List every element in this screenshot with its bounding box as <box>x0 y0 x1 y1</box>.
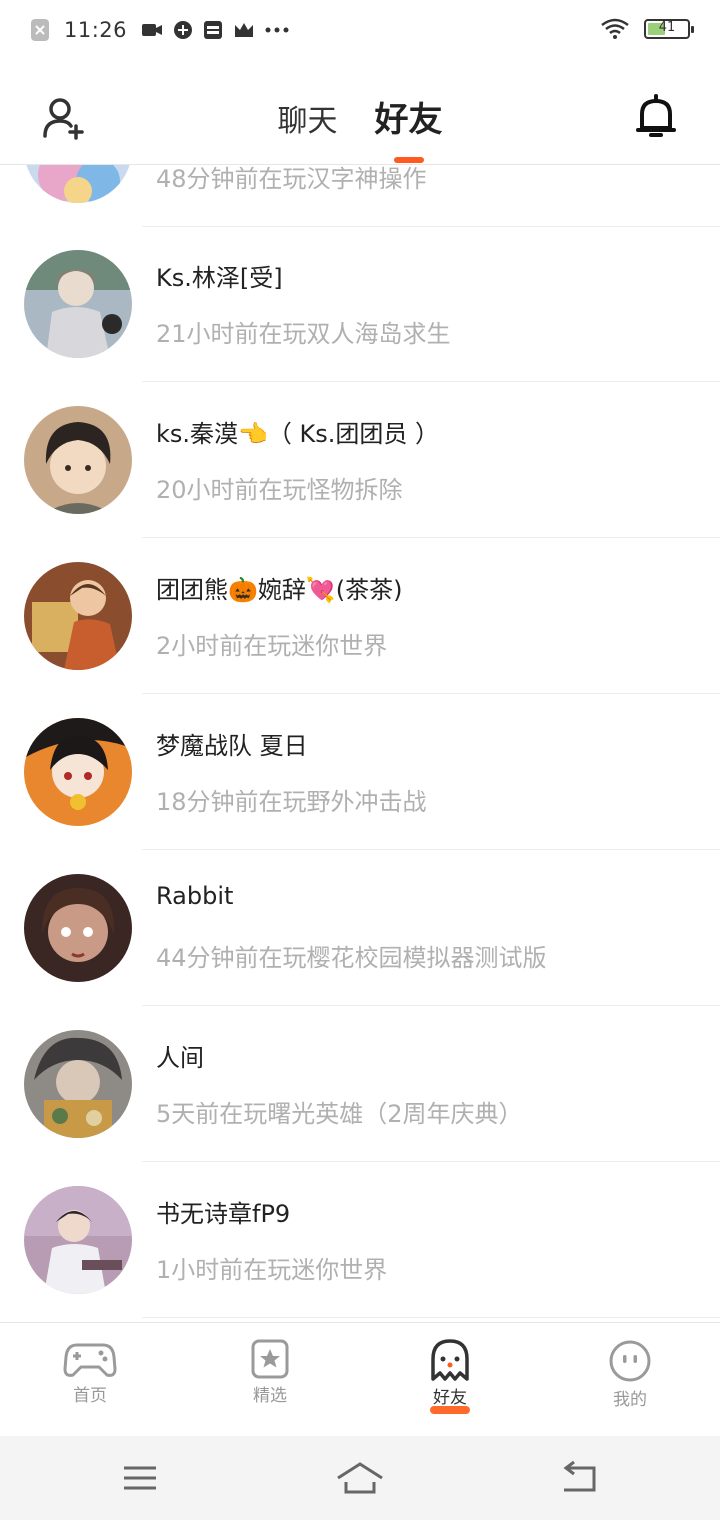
friend-name: Rabbit <box>156 882 234 910</box>
battery-icon: 41 <box>644 19 694 39</box>
gamepad-icon <box>63 1343 117 1377</box>
avatar-image <box>24 1030 132 1138</box>
tab-bar: 聊天 好友 <box>0 92 720 163</box>
top-header: 聊天 好友 <box>0 64 720 165</box>
friend-name: 人间 <box>156 1044 204 1072</box>
avatar[interactable] <box>24 874 132 982</box>
face-icon <box>609 1340 651 1382</box>
app-icon <box>174 21 193 39</box>
friend-status: 5天前在玩曙光英雄（2周年庆典） <box>156 1100 523 1128</box>
crown-icon <box>235 23 254 37</box>
avatar[interactable] <box>24 165 132 203</box>
friend-status: 21小时前在玩双人海岛求生 <box>156 320 451 348</box>
status-time: 11:26 <box>64 18 128 42</box>
ghost-icon <box>431 1339 469 1381</box>
avatar-image <box>24 1186 132 1294</box>
sim-icon <box>204 21 223 39</box>
tab-friends[interactable]: 好友 <box>374 92 443 163</box>
tab-friends-label: 好友 <box>374 100 443 140</box>
avatar[interactable] <box>24 1186 132 1294</box>
friend-status: 20小时前在玩怪物拆除 <box>156 476 403 504</box>
friend-name: 书无诗章fP9 <box>156 1200 291 1228</box>
nav-friends[interactable]: 好友 <box>390 1339 510 1414</box>
nav-me[interactable]: 我的 <box>570 1339 690 1410</box>
bell-icon[interactable] <box>634 92 678 140</box>
friend-name: 团团熊🎃婉辞💘(茶茶) <box>156 576 403 604</box>
more-dots-icon <box>265 27 289 33</box>
friend-status: 2小时前在玩迷你世界 <box>156 632 388 660</box>
list-item[interactable]: Rabbit 44分钟前在玩樱花校园模拟器测试版 <box>0 850 720 1006</box>
system-nav-bar <box>0 1436 720 1520</box>
avatar-image <box>24 874 132 982</box>
avatar[interactable] <box>24 562 132 670</box>
list-item[interactable]: 梦魔战队 夏日 18分钟前在玩野外冲击战 <box>0 694 720 850</box>
avatar[interactable] <box>24 250 132 358</box>
friend-status: 44分钟前在玩樱花校园模拟器测试版 <box>156 944 547 972</box>
menu-icon[interactable] <box>122 1460 158 1496</box>
wifi-icon <box>601 18 629 39</box>
list-item[interactable]: 书无诗章fP9 1小时前在玩迷你世界 <box>0 1162 720 1318</box>
avatar-image <box>24 718 132 826</box>
avatar-image <box>24 406 132 514</box>
star-bookmark-icon <box>251 1339 289 1379</box>
friend-name: ks.秦漠👈（ Ks.团团员 ） <box>156 420 440 448</box>
avatar[interactable] <box>24 1030 132 1138</box>
nav-friends-label: 好友 <box>433 1388 467 1408</box>
avatar-image <box>24 250 132 358</box>
friend-status: 48分钟前在玩汉字神操作 <box>156 165 427 193</box>
status-bar-left: 11:26 <box>30 18 289 42</box>
friend-status: 1小时前在玩迷你世界 <box>156 1256 388 1284</box>
home-icon[interactable] <box>336 1460 384 1496</box>
status-bar-right: 41 <box>600 18 694 40</box>
bottom-nav: 首页 精选 好友 我的 <box>0 1322 720 1437</box>
notification-x-icon <box>31 19 49 41</box>
nav-home[interactable]: 首页 <box>30 1339 150 1406</box>
divider <box>142 1317 720 1318</box>
tab-active-indicator <box>393 157 424 163</box>
status-bar: 11:26 41 <box>0 0 720 64</box>
list-item[interactable]: 团团熊🎃婉辞💘(茶茶) 2小时前在玩迷你世界 <box>0 538 720 694</box>
nav-featured[interactable]: 精选 <box>210 1339 330 1406</box>
back-icon[interactable] <box>560 1460 598 1496</box>
list-item[interactable]: Ks.林泽[受] 21小时前在玩双人海岛求生 <box>0 226 720 382</box>
video-icon <box>142 24 163 36</box>
avatar[interactable] <box>24 718 132 826</box>
friend-name: Ks.林泽[受] <box>156 264 283 292</box>
friend-status: 18分钟前在玩野外冲击战 <box>156 788 427 816</box>
tab-chat[interactable]: 聊天 <box>277 96 337 140</box>
avatar[interactable] <box>24 406 132 514</box>
list-item[interactable]: 人间 5天前在玩曙光英雄（2周年庆典） <box>0 1006 720 1162</box>
avatar-image <box>24 562 132 670</box>
nav-featured-label: 精选 <box>253 1386 287 1406</box>
friend-list[interactable]: 48分钟前在玩汉字神操作 Ks.林泽[受] 21小时前在玩双人海岛求生 ks.秦… <box>0 165 720 1322</box>
avatar-image <box>24 165 132 203</box>
friend-name: 梦魔战队 夏日 <box>156 732 308 760</box>
list-item[interactable]: ks.秦漠👈（ Ks.团团员 ） 20小时前在玩怪物拆除 <box>0 382 720 538</box>
nav-me-label: 我的 <box>613 1390 647 1410</box>
battery-level: 41 <box>658 20 676 35</box>
nav-home-label: 首页 <box>73 1386 107 1406</box>
list-item[interactable]: 48分钟前在玩汉字神操作 <box>0 165 720 227</box>
